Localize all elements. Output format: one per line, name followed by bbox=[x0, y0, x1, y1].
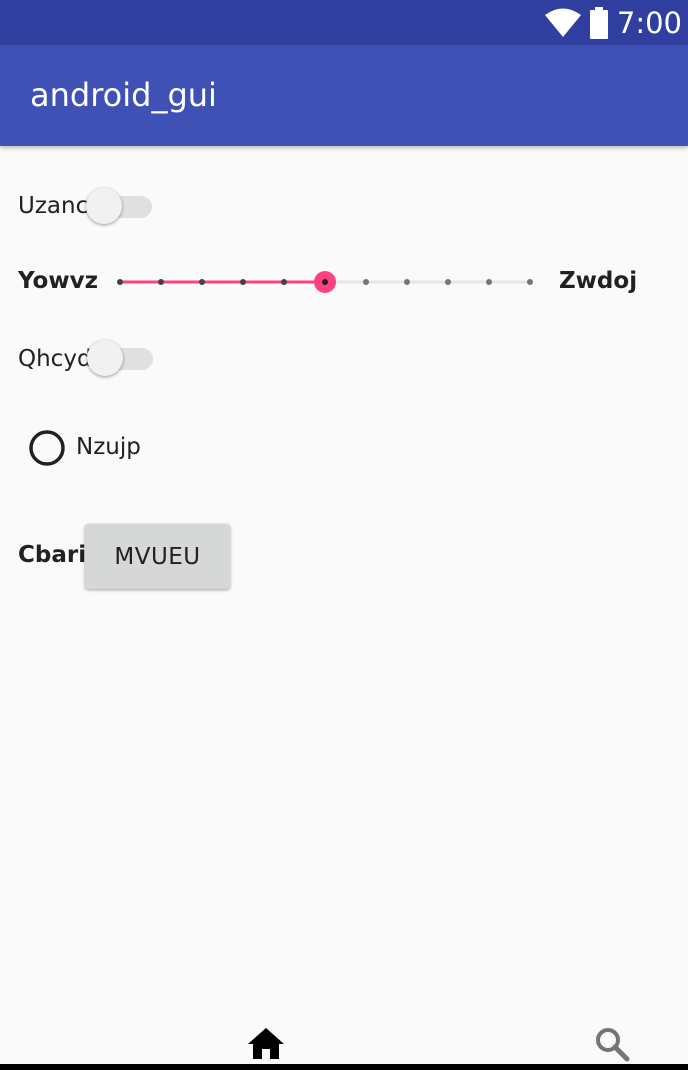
slider-tick bbox=[445, 279, 451, 285]
slider-tick bbox=[486, 279, 492, 285]
radio-button[interactable] bbox=[28, 429, 66, 467]
slider-tick bbox=[527, 279, 533, 285]
slider-thumb-tick bbox=[322, 279, 328, 285]
slider-tick bbox=[199, 279, 205, 285]
slider-tick bbox=[281, 279, 287, 285]
switch2-thumb[interactable] bbox=[87, 340, 123, 376]
switch1-toggle[interactable] bbox=[86, 187, 156, 227]
discrete-slider[interactable] bbox=[110, 262, 540, 302]
slider-tick bbox=[158, 279, 164, 285]
slider-left-label: Yowvz bbox=[18, 268, 98, 294]
slider-right-label: Zwdoj bbox=[559, 268, 638, 294]
status-time: 7:00 bbox=[616, 5, 682, 40]
status-icons: 7:00 bbox=[544, 0, 682, 45]
switch1-thumb[interactable] bbox=[86, 188, 122, 224]
app-title: android_gui bbox=[30, 76, 217, 114]
bottom-system-bar bbox=[0, 1064, 688, 1070]
search-icon[interactable] bbox=[594, 1026, 630, 1062]
switch1-label: Uzanc bbox=[18, 193, 89, 219]
slider-tick bbox=[363, 279, 369, 285]
switch2-label: Qhcyd bbox=[18, 346, 92, 372]
mvueu-button[interactable]: MVUEU bbox=[85, 524, 230, 589]
slider-tick bbox=[117, 279, 123, 285]
wifi-icon bbox=[544, 8, 581, 37]
home-icon[interactable] bbox=[248, 1028, 284, 1060]
button-row-label: Cbari bbox=[18, 542, 87, 568]
slider-tick bbox=[404, 279, 410, 285]
switch2-toggle[interactable] bbox=[87, 339, 157, 379]
radio-label[interactable]: Nzujp bbox=[76, 434, 141, 460]
app-bar: android_gui bbox=[0, 45, 688, 146]
slider-graphic[interactable] bbox=[110, 262, 540, 302]
status-bar: 7:00 bbox=[0, 0, 688, 45]
slider-tick bbox=[240, 279, 246, 285]
battery-icon bbox=[589, 6, 608, 39]
